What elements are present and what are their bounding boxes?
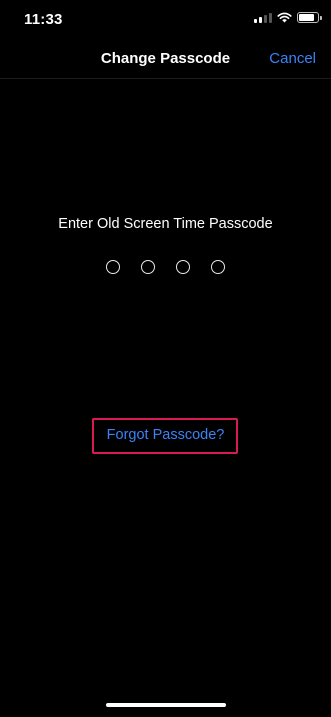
navigation-bar: Change Passcode Cancel (0, 40, 331, 79)
forgot-passcode-link[interactable]: Forgot Passcode? (0, 427, 331, 443)
cellular-signal-icon (254, 12, 272, 23)
passcode-digit-dot (106, 260, 120, 274)
passcode-digit-dot (141, 260, 155, 274)
status-icons (254, 12, 322, 23)
passcode-digit-dot (211, 260, 225, 274)
passcode-prompt: Enter Old Screen Time Passcode (58, 216, 273, 232)
battery-icon (297, 12, 322, 23)
cancel-button[interactable]: Cancel (269, 50, 316, 67)
passcode-entry[interactable] (0, 260, 331, 274)
wifi-icon (277, 12, 292, 23)
home-indicator[interactable] (106, 703, 226, 707)
status-time: 11:33 (24, 11, 63, 28)
status-bar: 11:33 (0, 0, 331, 40)
passcode-digit-dot (176, 260, 190, 274)
